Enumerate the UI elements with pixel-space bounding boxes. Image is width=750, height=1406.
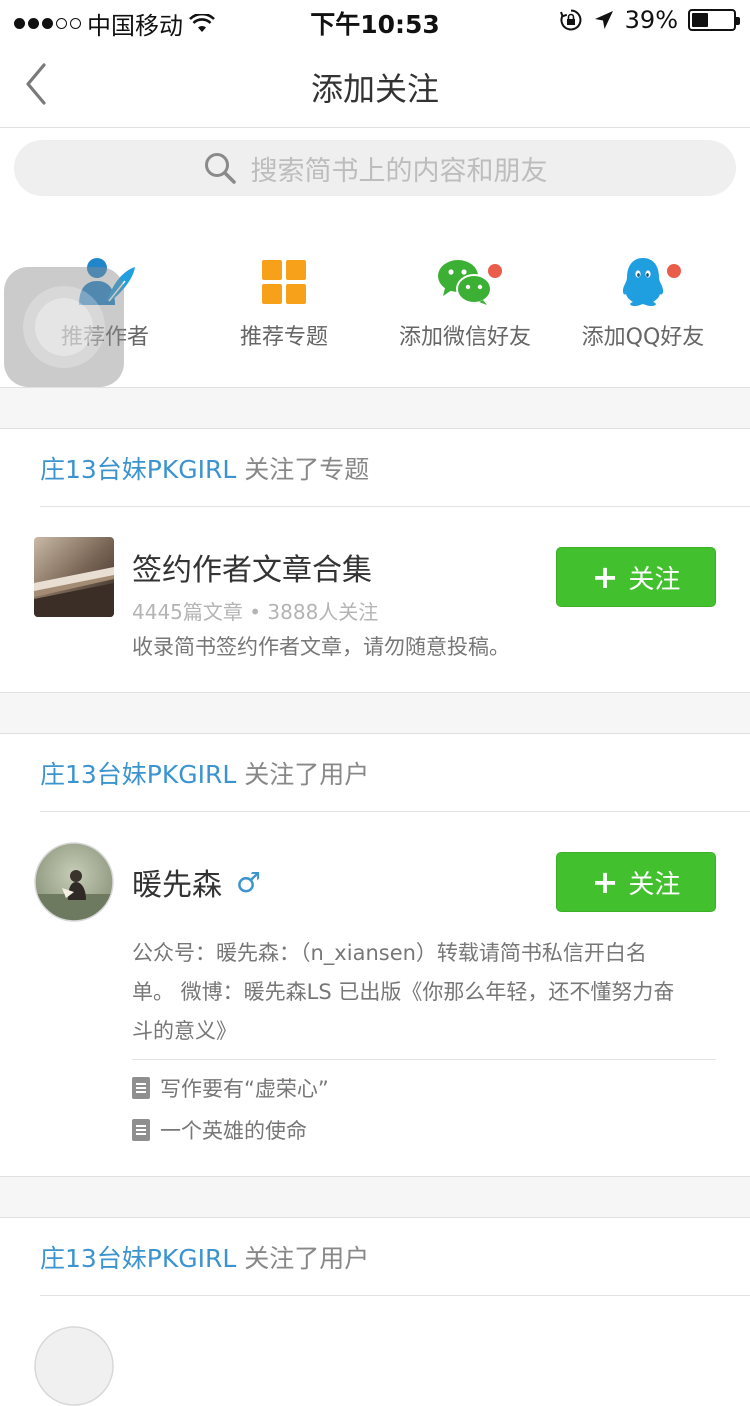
plus-icon: + bbox=[591, 863, 619, 901]
recent-articles: 写作要有“虚荣心” 一个英雄的使命 bbox=[132, 1067, 329, 1151]
user-bio-line: 斗的意义》 bbox=[132, 1019, 237, 1043]
section-gap bbox=[0, 692, 750, 734]
page-title: 添加关注 bbox=[310, 70, 439, 108]
quick-action-label: 添加QQ好友 bbox=[581, 325, 705, 350]
follow-button[interactable]: + 关注 bbox=[556, 547, 716, 607]
avatar bbox=[34, 842, 114, 922]
notification-badge bbox=[488, 264, 502, 278]
add-qq-friend-button[interactable]: 添加QQ好友 bbox=[553, 257, 733, 351]
avatar bbox=[34, 1326, 114, 1406]
document-icon bbox=[132, 1077, 150, 1099]
document-icon bbox=[132, 1119, 150, 1141]
search-input[interactable]: 搜索简书上的内容和朋友 bbox=[14, 140, 736, 196]
recommend-topic-button[interactable]: 推荐专题 bbox=[194, 257, 374, 351]
rotation-lock-icon bbox=[559, 9, 582, 31]
feed-action-text: 关注了用户 bbox=[236, 760, 370, 789]
male-gender-icon: ♂ bbox=[236, 865, 262, 899]
follow-button-label: 关注 bbox=[628, 564, 681, 595]
add-wechat-friend-button[interactable]: 添加微信好友 bbox=[375, 257, 555, 351]
topic-title: 签约作者文章合集 bbox=[132, 553, 372, 588]
divider bbox=[132, 1059, 716, 1060]
feed-user-link[interactable]: 庄13台妹PKGIRL bbox=[40, 760, 236, 789]
topic-cover-image bbox=[34, 537, 114, 617]
user-card[interactable]: 暖先森 ♂ + 关注 公众号：暖先森：（n_xiansen）转载请简书私信开白名… bbox=[0, 812, 750, 1176]
user-name-row: 暖先森 ♂ bbox=[132, 860, 261, 904]
feed-user-link[interactable]: 庄13台妹PKGIRL bbox=[40, 455, 236, 484]
wechat-icon bbox=[438, 260, 492, 305]
battery-level bbox=[692, 13, 708, 27]
topic-card[interactable]: 签约作者文章合集 4445篇文章 • 3888人关注 收录简书签约作者文章，请勿… bbox=[0, 507, 750, 692]
location-arrow-icon bbox=[594, 11, 613, 29]
assistive-touch-button[interactable] bbox=[4, 267, 124, 387]
feed-user-link[interactable]: 庄13台妹PKGIRL bbox=[40, 1244, 236, 1273]
user-bio: 公众号：暖先森：（n_xiansen）转载请简书私信开白名 单。 微博：暖先森L… bbox=[132, 934, 722, 1051]
recommend-topic-icon bbox=[262, 260, 306, 304]
activity-feed: 庄13台妹PKGIRL 关注了专题 签约作者文章合集 4445篇文章 • 388… bbox=[0, 387, 750, 1406]
plus-icon: + bbox=[591, 558, 619, 596]
article-title: 写作要有“虚荣心” bbox=[160, 1077, 329, 1101]
search-icon bbox=[204, 153, 236, 184]
article-link[interactable]: 写作要有“虚荣心” bbox=[132, 1067, 329, 1109]
article-title: 一个英雄的使命 bbox=[160, 1119, 307, 1143]
section-gap bbox=[0, 387, 750, 429]
section-gap bbox=[0, 1176, 750, 1218]
feed-item-header: 庄13台妹PKGIRL 关注了用户 bbox=[40, 734, 750, 812]
follow-button-label: 关注 bbox=[628, 869, 681, 900]
user-name: 暖先森 bbox=[132, 868, 222, 903]
feed-item: 庄13台妹PKGIRL 关注了专题 签约作者文章合集 4445篇文章 • 388… bbox=[0, 429, 750, 692]
topic-meta: 4445篇文章 • 3888人关注 bbox=[132, 600, 379, 624]
status-right: 39% bbox=[559, 6, 740, 34]
feed-item: 庄13台妹PKGIRL 关注了用户 bbox=[0, 1218, 750, 1406]
feed-action-text: 关注了用户 bbox=[236, 1244, 370, 1273]
search-placeholder: 搜索简书上的内容和朋友 bbox=[250, 155, 548, 187]
qq-icon bbox=[622, 258, 664, 306]
user-card[interactable] bbox=[0, 1296, 750, 1406]
user-bio-line: 公众号：暖先森：（n_xiansen）转载请简书私信开白名 bbox=[132, 941, 647, 965]
topic-description: 收录简书签约作者文章，请勿随意投稿。 bbox=[132, 635, 510, 659]
battery-icon bbox=[688, 9, 740, 31]
feed-action-text: 关注了专题 bbox=[236, 455, 370, 484]
feed-item: 庄13台妹PKGIRL 关注了用户 bbox=[0, 734, 750, 1176]
feed-item-header: 庄13台妹PKGIRL 关注了用户 bbox=[40, 1218, 750, 1296]
status-bar: 中国移动 下午10:53 39% bbox=[0, 0, 750, 40]
follow-button[interactable]: + 关注 bbox=[556, 852, 716, 912]
notification-badge bbox=[667, 264, 681, 278]
nav-bar: 添加关注 bbox=[0, 40, 750, 128]
quick-action-label: 推荐专题 bbox=[239, 325, 328, 350]
feed-item-header: 庄13台妹PKGIRL 关注了专题 bbox=[40, 429, 750, 507]
article-link[interactable]: 一个英雄的使命 bbox=[132, 1109, 329, 1151]
quick-action-label: 添加微信好友 bbox=[398, 325, 531, 350]
user-bio-line: 单。 微博：暖先森LS 已出版《你那么年轻，还不懂努力奋 bbox=[132, 980, 675, 1004]
battery-percent: 39% bbox=[624, 6, 678, 34]
